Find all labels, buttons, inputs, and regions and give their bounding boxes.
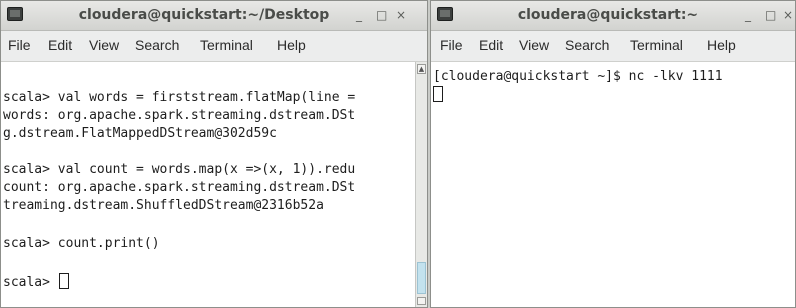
menu-search[interactable]: Search: [565, 37, 609, 53]
vertical-scrollbar[interactable]: ▲: [415, 62, 427, 307]
close-icon[interactable]: ×: [396, 8, 406, 22]
maximize-icon[interactable]: □: [376, 8, 387, 22]
terminal-line: scala> val words = firststream.flatMap(l…: [3, 90, 356, 105]
menu-bar: File Edit View Search Terminal Help: [431, 31, 795, 62]
minimize-icon[interactable]: _: [745, 8, 751, 22]
minimize-icon[interactable]: _: [356, 8, 362, 22]
terminal-output[interactable]: scala> val words = firststream.flatMap(l…: [1, 62, 415, 307]
prompt-text: scala>: [3, 275, 58, 290]
terminal-line: treaming.dstream.ShuffledDStream@2316b52…: [3, 198, 324, 213]
menu-file[interactable]: File: [440, 37, 463, 53]
terminal-window-right[interactable]: cloudera@quickstart:~ _ □ × File Edit Vi…: [430, 0, 796, 308]
maximize-icon[interactable]: □: [765, 8, 776, 22]
scroll-down-icon[interactable]: [417, 297, 426, 305]
title-bar[interactable]: cloudera@quickstart:~/Desktop _ □ ×: [1, 1, 427, 31]
menu-view[interactable]: View: [519, 37, 549, 53]
terminal-line: scala> val count = words.map(x =>(x, 1))…: [3, 162, 356, 177]
scroll-thumb[interactable]: [417, 262, 426, 294]
window-title: cloudera@quickstart:~: [517, 7, 699, 23]
terminal-line: count: org.apache.spark.streaming.dstrea…: [3, 180, 356, 195]
menu-terminal[interactable]: Terminal: [200, 37, 253, 53]
scroll-up-icon[interactable]: ▲: [417, 64, 426, 74]
terminal-line: scala> count.print(): [3, 236, 160, 251]
window-title: cloudera@quickstart:~/Desktop: [78, 7, 330, 23]
terminal-line: [cloudera@quickstart ~]$ nc -lkv 1111: [433, 69, 723, 84]
prompt-line: scala>: [3, 273, 69, 292]
menu-file[interactable]: File: [8, 37, 31, 53]
text-cursor: [433, 86, 443, 102]
terminal-line: words: org.apache.spark.streaming.dstrea…: [3, 108, 356, 123]
menu-edit[interactable]: Edit: [48, 37, 72, 53]
title-bar[interactable]: cloudera@quickstart:~ _ □ ×: [431, 1, 795, 31]
menu-terminal[interactable]: Terminal: [630, 37, 683, 53]
terminal-window-left[interactable]: cloudera@quickstart:~/Desktop _ □ × File…: [0, 0, 428, 308]
menu-view[interactable]: View: [89, 37, 119, 53]
text-cursor: [58, 273, 69, 289]
menu-bar: File Edit View Search Terminal Help: [1, 31, 427, 62]
menu-help[interactable]: Help: [277, 37, 306, 53]
menu-edit[interactable]: Edit: [479, 37, 503, 53]
close-icon[interactable]: ×: [783, 8, 793, 22]
terminal-output[interactable]: [cloudera@quickstart ~]$ nc -lkv 1111: [431, 62, 795, 307]
menu-search[interactable]: Search: [135, 37, 179, 53]
prompt-line: [433, 86, 443, 105]
menu-help[interactable]: Help: [707, 37, 736, 53]
terminal-line: g.dstream.FlatMappedDStream@302d59c: [3, 126, 277, 141]
